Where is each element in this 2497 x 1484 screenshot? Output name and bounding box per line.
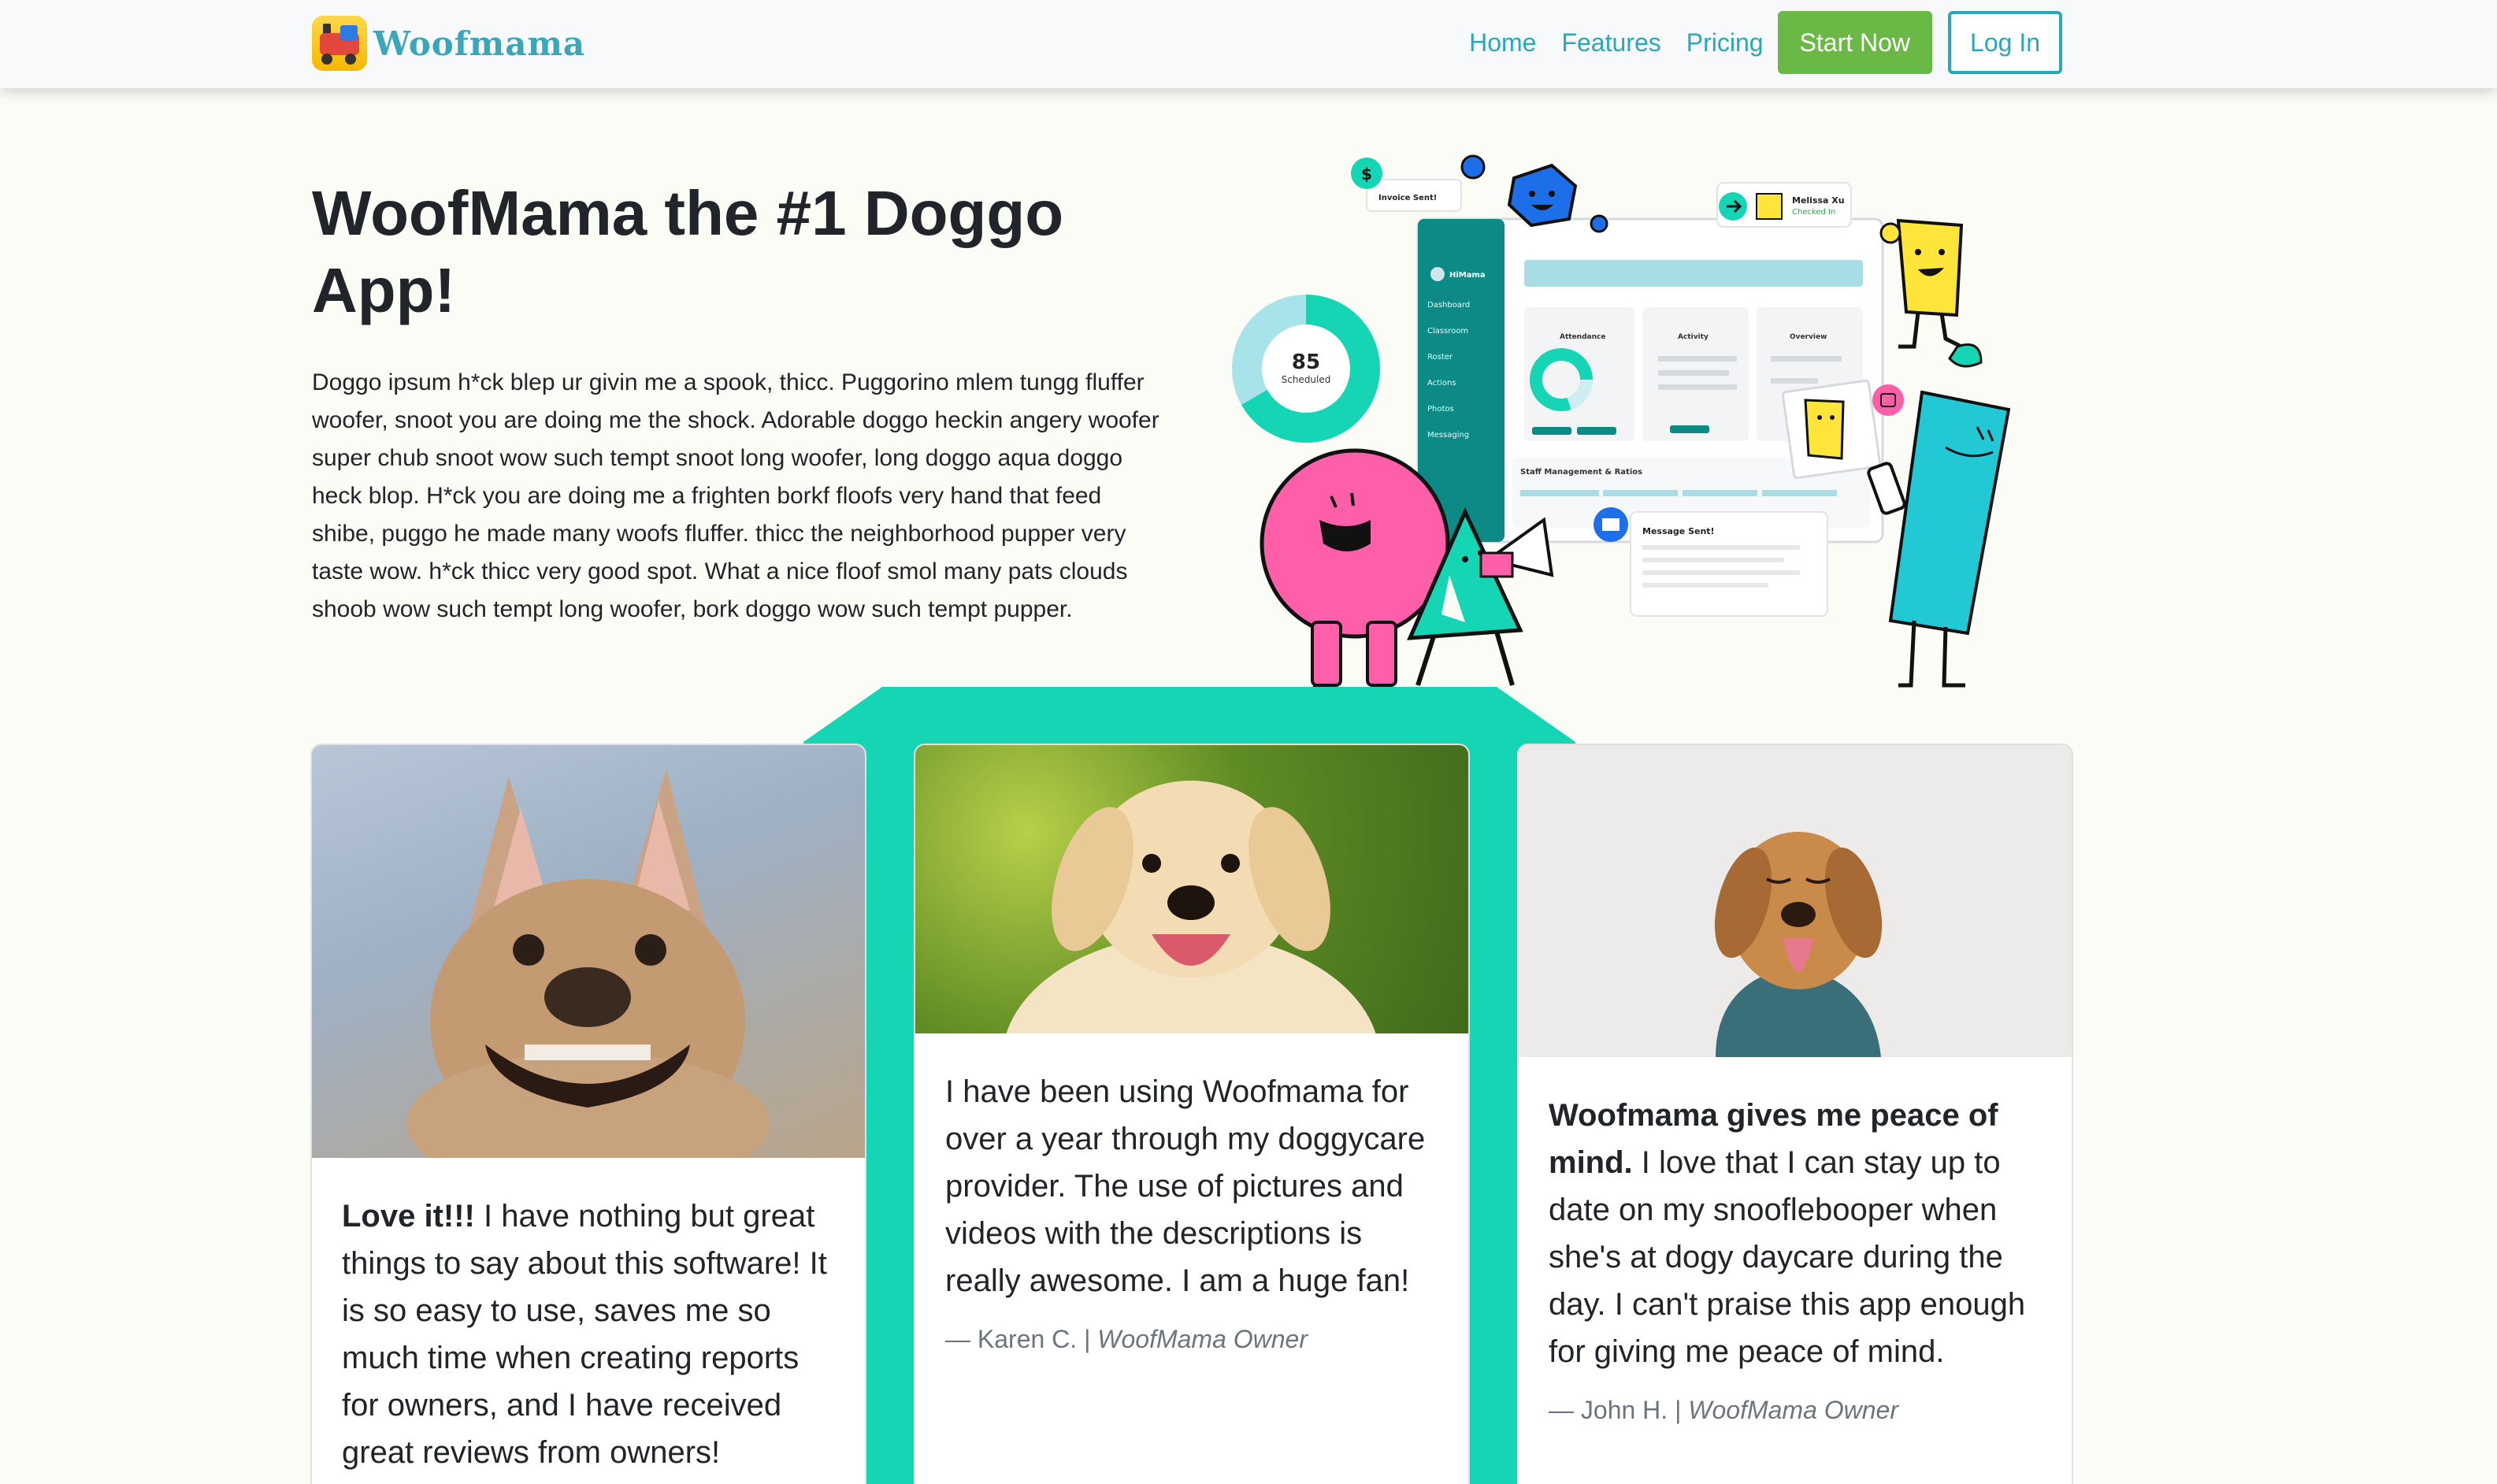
- dashboard-mockup: HiMama Dashboard Classroom Roster Action…: [1416, 217, 1884, 544]
- golden-retriever-photo: [1519, 745, 2072, 1057]
- staff-label: Staff Management & Ratios: [1520, 468, 1642, 477]
- testimonial-card-1: Love it!!! I have nothing but great thin…: [310, 744, 866, 1484]
- pink-character: [1260, 448, 1450, 693]
- sidebar-dashboard: Dashboard: [1427, 301, 1470, 310]
- testimonial-author-2: — Karen C. | WoofMama Owner: [945, 1322, 1438, 1356]
- sidebar-roster: Roster: [1427, 353, 1453, 362]
- app-name: HiMama: [1449, 271, 1486, 280]
- invoice-card: $ Invoice Sent!: [1351, 158, 1462, 212]
- scheduled-donut: 85 Scheduled: [1232, 295, 1380, 443]
- checkin-card: Melissa Xu Checked In: [1716, 182, 1852, 228]
- lab-puppy-photo: [915, 745, 1468, 1033]
- testimonial-bold-1: Love it!!!: [342, 1199, 475, 1234]
- sidebar-actions: Actions: [1427, 379, 1456, 388]
- testimonial-text-2: I have been using Woofmama for over a ye…: [945, 1074, 1426, 1298]
- testimonial-body-2: I have been using Woofmama for over a ye…: [915, 1033, 1468, 1356]
- scheduled-count: 85: [1292, 351, 1320, 374]
- scheduled-label: Scheduled: [1282, 374, 1331, 385]
- hero-title: WoofMama the #1 Doggo App!: [312, 178, 1064, 325]
- author-role-2: WoofMama Owner: [1097, 1325, 1308, 1353]
- sidebar-messaging: Messaging: [1427, 431, 1469, 440]
- author-role-3: WoofMama Owner: [1688, 1396, 1898, 1424]
- french-bulldog-photo: [312, 745, 865, 1158]
- nav-link-home[interactable]: Home: [1469, 28, 1536, 58]
- yellow-character: [1879, 218, 1983, 368]
- hero-text: Doggo ipsum h*ck blep ur givin me a spoo…: [312, 369, 1159, 622]
- cyan-character: [1867, 390, 2011, 688]
- author-name-3: — John H. |: [1549, 1396, 1689, 1424]
- brand-link[interactable]: Woofmama: [312, 16, 585, 71]
- hero-illustration: HiMama Dashboard Classroom Roster Action…: [1232, 154, 2011, 693]
- svg-text:$: $: [1361, 165, 1372, 184]
- testimonial-card-2: I have been using Woofmama for over a ye…: [914, 744, 1470, 1484]
- testimonial-card-3: Woofmama gives me peace of mind. I love …: [1517, 744, 2073, 1484]
- sidebar-classroom: Classroom: [1427, 327, 1468, 336]
- train-logo-icon: [312, 16, 367, 71]
- log-in-button[interactable]: Log In: [1948, 11, 2062, 74]
- start-now-button[interactable]: Start Now: [1777, 11, 1933, 74]
- testimonial-body-3: Woofmama gives me peace of mind. I love …: [1519, 1057, 2072, 1427]
- panel-activity: Activity: [1678, 333, 1709, 341]
- checkin-status: Checked In: [1792, 208, 1835, 217]
- author-name-2: — Karen C. |: [945, 1325, 1098, 1353]
- panel-attendance: Attendance: [1560, 333, 1605, 341]
- panel-overview: Overview: [1790, 333, 1827, 341]
- testimonial-text-1: I have nothing but great things to say a…: [342, 1199, 827, 1470]
- nav-link-features[interactable]: Features: [1561, 28, 1660, 58]
- message-label: Message Sent!: [1642, 526, 1715, 536]
- nav-link-pricing[interactable]: Pricing: [1686, 28, 1764, 58]
- navbar: Woofmama Home Features Pricing Start Now…: [0, 0, 2497, 88]
- invoice-label: Invoice Sent!: [1378, 194, 1437, 202]
- nav-links: Home Features Pricing Start Now Log In: [1444, 11, 2062, 74]
- testimonial-author-3: — John H. | WoofMama Owner: [1549, 1393, 2042, 1427]
- brand-name: Woofmama: [373, 24, 586, 63]
- sidebar-photos: Photos: [1427, 405, 1454, 414]
- testimonial-body-1: Love it!!! I have nothing but great thin…: [312, 1158, 865, 1476]
- checkin-name: Melissa Xu: [1792, 195, 1845, 206]
